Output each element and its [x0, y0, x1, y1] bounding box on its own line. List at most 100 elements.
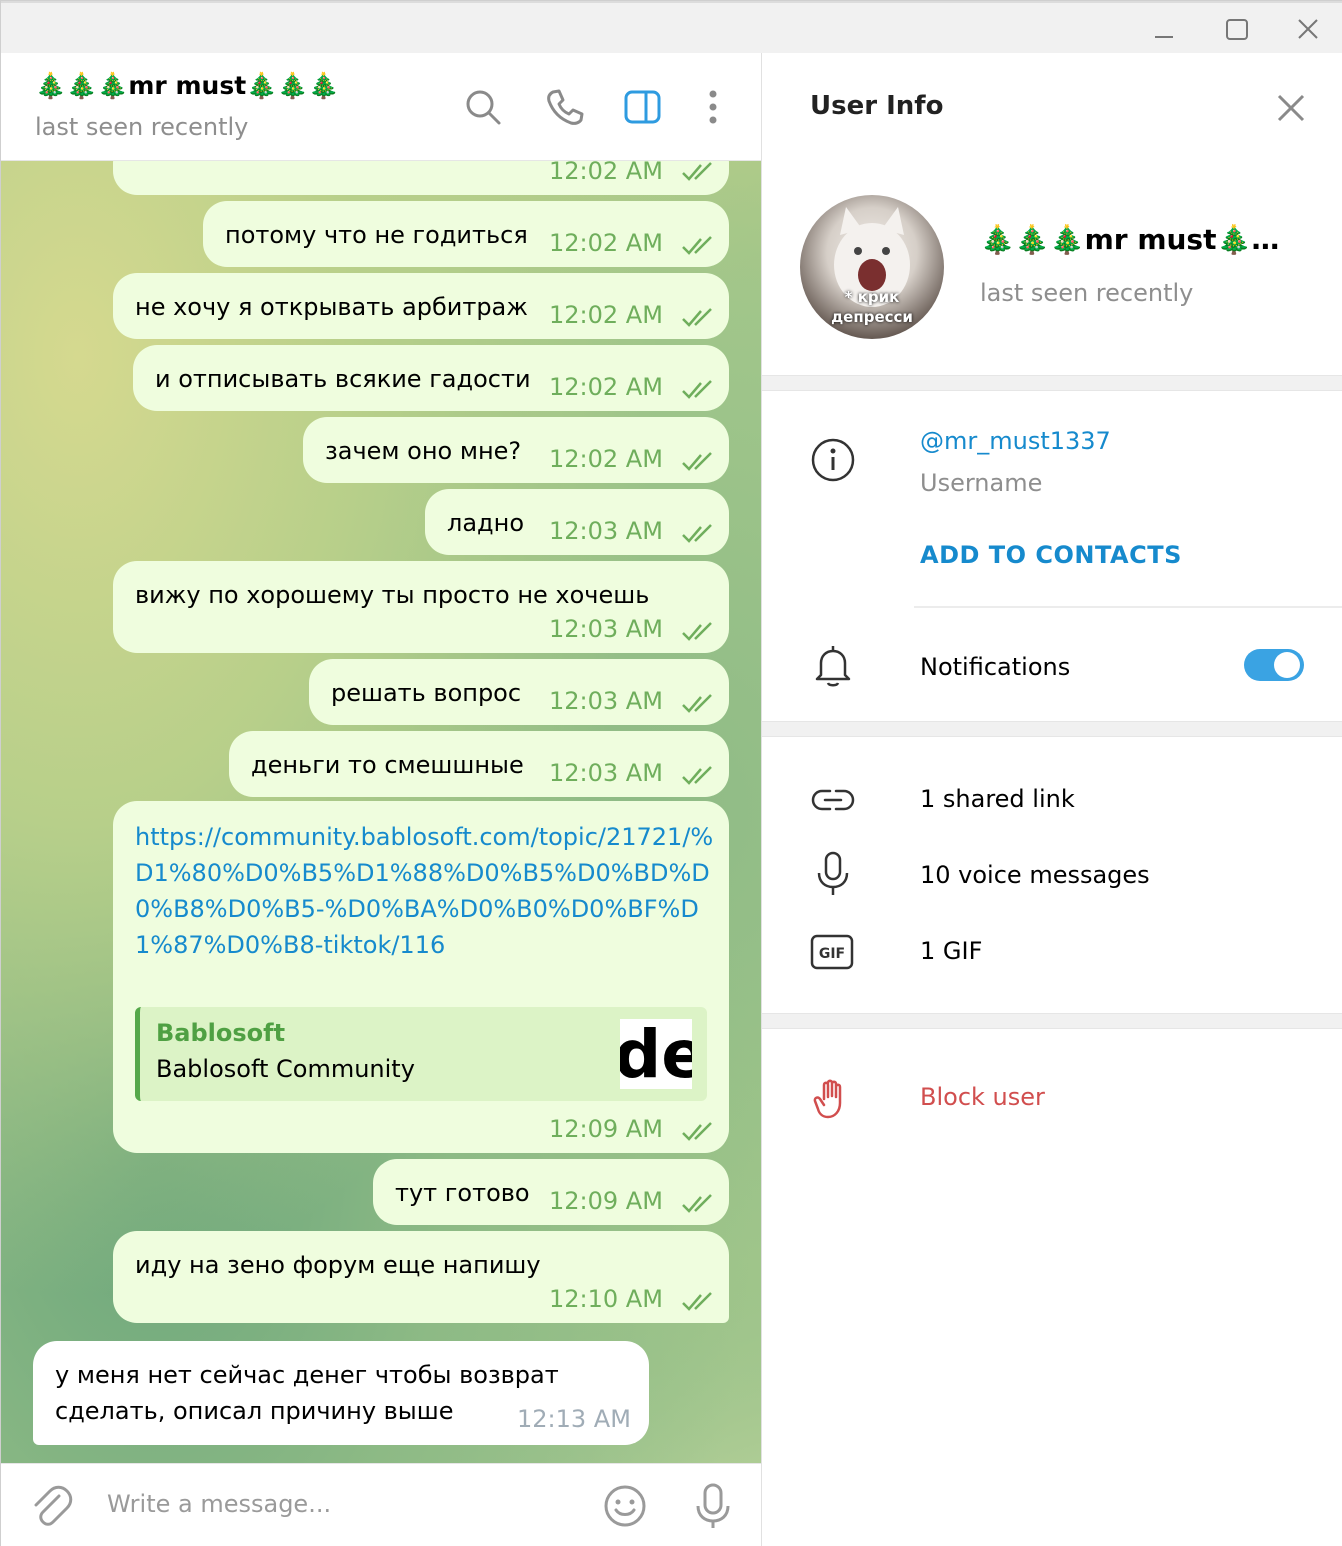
panel-title: User Info [810, 91, 944, 121]
message-bubble-outgoing[interactable]: 12:02 AM [113, 161, 729, 195]
chat-panel: 🎄🎄🎄mr must🎄🎄🎄 last seen recently 12:02 A… [1, 53, 761, 1546]
chat-header[interactable]: 🎄🎄🎄mr must🎄🎄🎄 last seen recently [1, 53, 761, 161]
telegram-window: 🎄🎄🎄mr must🎄🎄🎄 last seen recently 12:02 A… [0, 0, 1342, 1546]
user-info-panel: User Info * крик депресси 🎄🎄🎄mr must🎄… l… [761, 53, 1342, 1546]
message-time: 12:02 AM [549, 373, 663, 401]
search-icon[interactable] [463, 87, 503, 127]
message-time: 12:03 AM [549, 759, 663, 787]
message-input[interactable]: Write a message... [107, 1490, 331, 1518]
section-divider [762, 1013, 1342, 1029]
message-text: вижу по хорошему ты просто не хочешь [135, 581, 650, 609]
emoji-icon[interactable] [603, 1484, 647, 1528]
message-bubble-outgoing[interactable]: решать вопрос 12:03 AM [309, 659, 729, 725]
phone-icon[interactable] [545, 87, 585, 127]
link-icon [810, 777, 856, 823]
message-time: 12:03 AM [549, 517, 663, 545]
maximize-button[interactable] [1220, 15, 1254, 45]
message-text: тут готово [395, 1179, 530, 1207]
read-checkmarks-icon [682, 766, 712, 785]
avatar-caption: * крик депресси [800, 287, 944, 327]
message-bubble-outgoing[interactable]: тут готово 12:09 AM [373, 1159, 729, 1225]
message-bubble-link[interactable]: https://community.bablosoft.com/topic/21… [113, 801, 729, 1153]
bablosoft-logo: de [614, 1016, 706, 1093]
add-to-contacts-button[interactable]: ADD TO CONTACTS [920, 541, 1182, 569]
message-bubble-outgoing[interactable]: и отписывать всякие гадости 12:02 AM [133, 345, 729, 411]
sidebar-toggle-icon[interactable] [623, 87, 663, 127]
message-list[interactable]: 12:02 AM потому что не годиться 12:02 AM… [1, 161, 761, 1463]
message-time: 12:03 AM [549, 687, 663, 715]
read-checkmarks-icon [682, 162, 712, 181]
profile-status: last seen recently [980, 279, 1194, 307]
message-bubble-outgoing[interactable]: потому что не годиться 12:02 AM [203, 201, 729, 267]
notifications-toggle[interactable] [1244, 649, 1304, 681]
username-link[interactable]: @mr_must1337 [920, 427, 1111, 455]
message-bubble-incoming[interactable]: у меня нет сейчас денег чтобы возврат сд… [33, 1341, 649, 1445]
shared-links-item[interactable]: 1 shared link [920, 785, 1075, 813]
preview-thumbnail: de [614, 1016, 706, 1093]
microphone-icon[interactable] [691, 1482, 735, 1530]
avatar[interactable]: * крик депресси [800, 195, 944, 339]
preview-title: Bablosoft Community [156, 1055, 415, 1083]
message-time: 12:03 AM [549, 615, 663, 643]
read-checkmarks-icon [682, 622, 712, 641]
section-divider [762, 721, 1342, 737]
voice-messages-item[interactable]: 10 voice messages [920, 861, 1150, 889]
avatar-caption-line2: депресси [831, 308, 913, 326]
title-bar [1, 1, 1342, 53]
read-checkmarks-icon [682, 694, 712, 713]
svg-text:GIF: GIF [819, 946, 845, 962]
message-text: потому что не годиться [225, 221, 528, 249]
read-checkmarks-icon [682, 236, 712, 255]
close-window-button[interactable] [1291, 15, 1325, 45]
profile-name: 🎄🎄🎄mr must🎄… [980, 223, 1280, 256]
message-text: деньги то смешшные [251, 751, 524, 779]
message-time: 12:02 AM [549, 301, 663, 329]
peer-status: last seen recently [35, 113, 249, 141]
close-panel-button[interactable] [1274, 91, 1308, 125]
read-checkmarks-icon [682, 308, 712, 327]
message-text: и отписывать всякие гадости [155, 365, 531, 393]
message-time: 12:13 AM [517, 1405, 631, 1433]
username-label: Username [920, 469, 1043, 497]
section-divider [762, 375, 1342, 391]
message-time: 12:09 AM [549, 1115, 663, 1143]
message-text-line2: сделать, описал причину выше [55, 1397, 454, 1425]
message-text: решать вопрос [331, 679, 522, 707]
maximize-icon [1226, 19, 1248, 40]
read-checkmarks-icon [682, 452, 712, 471]
message-composer: Write a message... [1, 1463, 761, 1546]
message-text: ладно [447, 509, 525, 537]
bell-icon [810, 643, 856, 689]
message-time: 12:09 AM [549, 1187, 663, 1215]
minimize-icon [1155, 36, 1173, 38]
link-preview[interactable]: Bablosoft Bablosoft Community de [135, 1007, 707, 1101]
close-icon [1298, 19, 1318, 39]
block-user-button[interactable]: Block user [920, 1083, 1045, 1111]
message-time: 12:02 AM [549, 229, 663, 257]
gifs-item[interactable]: 1 GIF [920, 937, 982, 965]
peer-name[interactable]: 🎄🎄🎄mr must🎄🎄🎄 [35, 71, 340, 101]
svg-text:de: de [620, 1019, 692, 1089]
hand-stop-icon [810, 1075, 856, 1121]
message-bubble-outgoing[interactable]: вижу по хорошему ты просто не хочешь 12:… [113, 561, 729, 653]
message-link[interactable]: https://community.bablosoft.com/topic/21… [135, 819, 715, 963]
read-checkmarks-icon [682, 1194, 712, 1213]
toggle-knob [1274, 652, 1300, 678]
message-text: не хочу я открывать арбитраж [135, 293, 528, 321]
read-checkmarks-icon [682, 524, 712, 543]
gif-icon: GIF [810, 929, 856, 975]
message-bubble-outgoing[interactable]: ладно 12:03 AM [425, 489, 729, 555]
message-text: зачем оно мне? [325, 437, 522, 465]
read-checkmarks-icon [682, 380, 712, 399]
preview-site-name: Bablosoft [156, 1019, 286, 1047]
attach-icon[interactable] [29, 1484, 73, 1528]
message-bubble-outgoing[interactable]: зачем оно мне? 12:02 AM [303, 417, 729, 483]
minimize-button[interactable] [1147, 15, 1181, 45]
message-bubble-outgoing[interactable]: не хочу я открывать арбитраж 12:02 AM [113, 273, 729, 339]
message-bubble-outgoing[interactable]: деньги то смешшные 12:03 AM [229, 731, 729, 797]
message-text-line1: у меня нет сейчас денег чтобы возврат [55, 1361, 559, 1389]
more-vertical-icon[interactable] [693, 87, 733, 127]
notifications-label: Notifications [920, 653, 1071, 681]
row-separator [914, 606, 1342, 608]
message-bubble-outgoing[interactable]: иду на зено форум еще напишу 12:10 AM [113, 1231, 729, 1323]
